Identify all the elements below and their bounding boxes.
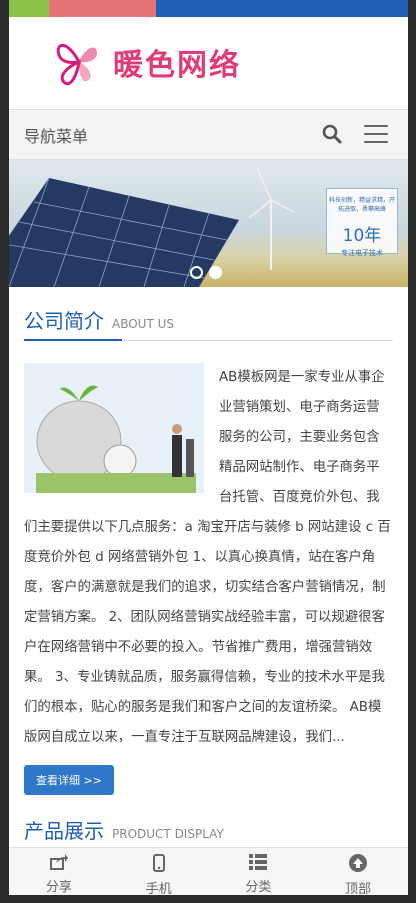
about-image (24, 363, 204, 493)
badge-years: 10年 (342, 226, 382, 246)
footer-share-label: 分享 (45, 880, 72, 895)
arrow-up-icon (349, 854, 368, 872)
footer-top-label: 顶部 (345, 882, 372, 895)
about-title: 公司简介 (24, 309, 104, 333)
about-content: AB模板网是一家专业从事企业营销策划、电子商务运营服务的公司，主要业务包含精品网… (24, 363, 393, 753)
butterfly-logo-icon (56, 43, 97, 86)
logo-text: 暖色网络 (113, 48, 241, 83)
footer-top[interactable]: 顶部 (308, 848, 408, 895)
footer-category-label: 分类 (245, 880, 272, 895)
site-logo[interactable]: 暖色网络 (53, 37, 241, 87)
about-subtitle: ABOUT US (112, 317, 175, 331)
page-frame: 暖色网络 导航菜单 科技创新，精益求精，开拓进取，勇攀高峰 10年 专注电子技术… (9, 0, 408, 895)
badge-subtitle: 专注电子技术 (341, 249, 383, 257)
search-icon[interactable] (322, 124, 342, 148)
banner-slider[interactable]: 科技创新，精益求精，开拓进取，勇攀高峰 10年 专注电子技术 (9, 160, 408, 287)
mobile-icon (152, 854, 165, 872)
slider-dot-2[interactable] (209, 266, 222, 279)
about-heading: 公司简介 ABOUT US (24, 305, 393, 341)
about-section: 公司简介 ABOUT US AB模板网是一家专业从事企业营销策划、电子商务运营服… (9, 305, 408, 844)
products-title: 产品展示 (24, 819, 104, 843)
nav-title: 导航菜单 (24, 126, 89, 146)
site-header: 暖色网络 (9, 17, 408, 109)
view-more-button[interactable]: 查看详细 >> (24, 765, 114, 795)
slider-dot-1[interactable] (190, 266, 203, 279)
products-heading: 产品展示 PRODUCT DISPLAY (24, 815, 393, 844)
hamburger-menu-icon[interactable] (364, 125, 388, 149)
top-color-bar (9, 0, 408, 17)
banner-badge: 科技创新，精益求精，开拓进取，勇攀高峰 10年 专注电子技术 (326, 188, 398, 257)
color-bar-green (9, 0, 49, 17)
list-icon (249, 854, 268, 870)
share-icon (49, 854, 68, 870)
footer-mobile-label: 手机 (145, 882, 172, 895)
badge-slogan: 科技创新，精益求精，开拓进取，勇攀高峰 (328, 197, 395, 213)
footer-mobile[interactable]: 手机 (109, 848, 209, 895)
nav-bar: 导航菜单 (9, 109, 408, 160)
slider-dots (190, 266, 222, 279)
products-subtitle: PRODUCT DISPLAY (112, 827, 224, 841)
footer-share[interactable]: 分享 (9, 848, 109, 895)
bottom-toolbar: 分享 手机 分类 顶部 (9, 847, 408, 895)
color-bar-red (49, 0, 156, 17)
color-bar-blue (156, 0, 408, 17)
footer-category[interactable]: 分类 (209, 848, 309, 895)
